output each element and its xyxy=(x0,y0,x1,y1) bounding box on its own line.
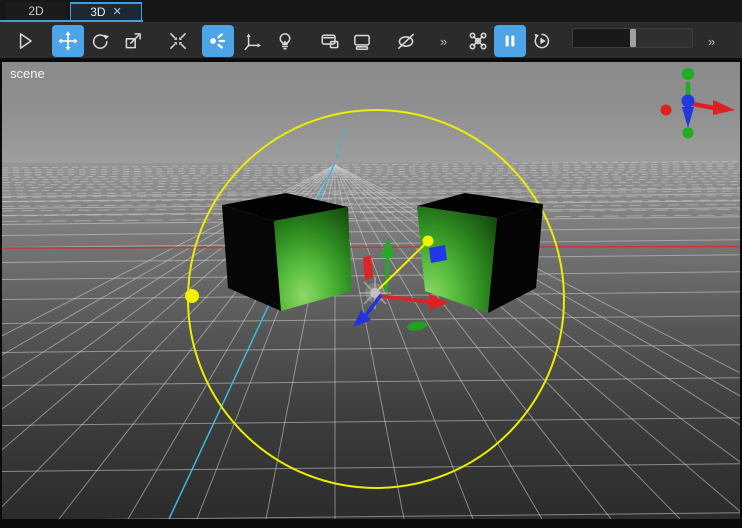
visibility-toggle-button[interactable] xyxy=(390,25,422,57)
tab-3d-label: 3D xyxy=(90,5,105,19)
pause-icon xyxy=(499,30,521,52)
toolbar-overflow-left[interactable]: » xyxy=(440,35,446,48)
toolbar: » » xyxy=(0,22,742,60)
skeleton-tool-button[interactable] xyxy=(462,25,494,57)
move-icon xyxy=(57,30,79,52)
camera-icon xyxy=(319,30,341,52)
select-tool-button[interactable] xyxy=(9,25,41,57)
focus-icon xyxy=(167,30,189,52)
tab-3d[interactable]: 3D ✕ xyxy=(70,2,142,20)
hidden-icon xyxy=(395,30,417,52)
pivot-icon xyxy=(207,30,229,52)
tab-2d[interactable]: 2D xyxy=(6,2,66,20)
camera-preview-button[interactable] xyxy=(314,25,346,57)
rotate-tool-button[interactable] xyxy=(84,25,116,57)
toolbar-overflow-right[interactable]: » xyxy=(708,35,714,48)
ground-plane xyxy=(2,163,740,519)
light-bulb-icon xyxy=(274,30,296,52)
pause-button[interactable] xyxy=(494,25,526,57)
tab-2d-label: 2D xyxy=(28,4,43,18)
node-joint-icon xyxy=(467,30,489,52)
replay-button[interactable] xyxy=(526,25,558,57)
tab-bar: 2D 3D ✕ xyxy=(0,0,742,22)
display-icon xyxy=(351,30,373,52)
scale-tool-button[interactable] xyxy=(117,25,149,57)
close-icon[interactable]: ✕ xyxy=(113,7,122,18)
axes-icon xyxy=(242,30,264,52)
lighting-toggle-button[interactable] xyxy=(269,25,301,57)
playback-slider[interactable] xyxy=(572,28,693,48)
scale-icon xyxy=(122,30,144,52)
sky xyxy=(2,62,740,163)
scene-label: scene xyxy=(10,66,45,81)
slider-handle[interactable] xyxy=(630,29,636,47)
display-mode-button[interactable] xyxy=(346,25,378,57)
transform-axes-button[interactable] xyxy=(237,25,269,57)
editor-window: 2D 3D ✕ xyxy=(0,0,742,528)
cursor-icon xyxy=(14,30,36,52)
move-tool-button[interactable] xyxy=(52,25,84,57)
replay-icon xyxy=(531,30,553,52)
pivot-mode-button[interactable] xyxy=(202,25,234,57)
rotate-icon xyxy=(89,30,111,52)
focus-selection-button[interactable] xyxy=(162,25,194,57)
viewport-3d[interactable]: scene xyxy=(2,62,740,519)
slider-fill xyxy=(573,29,633,47)
